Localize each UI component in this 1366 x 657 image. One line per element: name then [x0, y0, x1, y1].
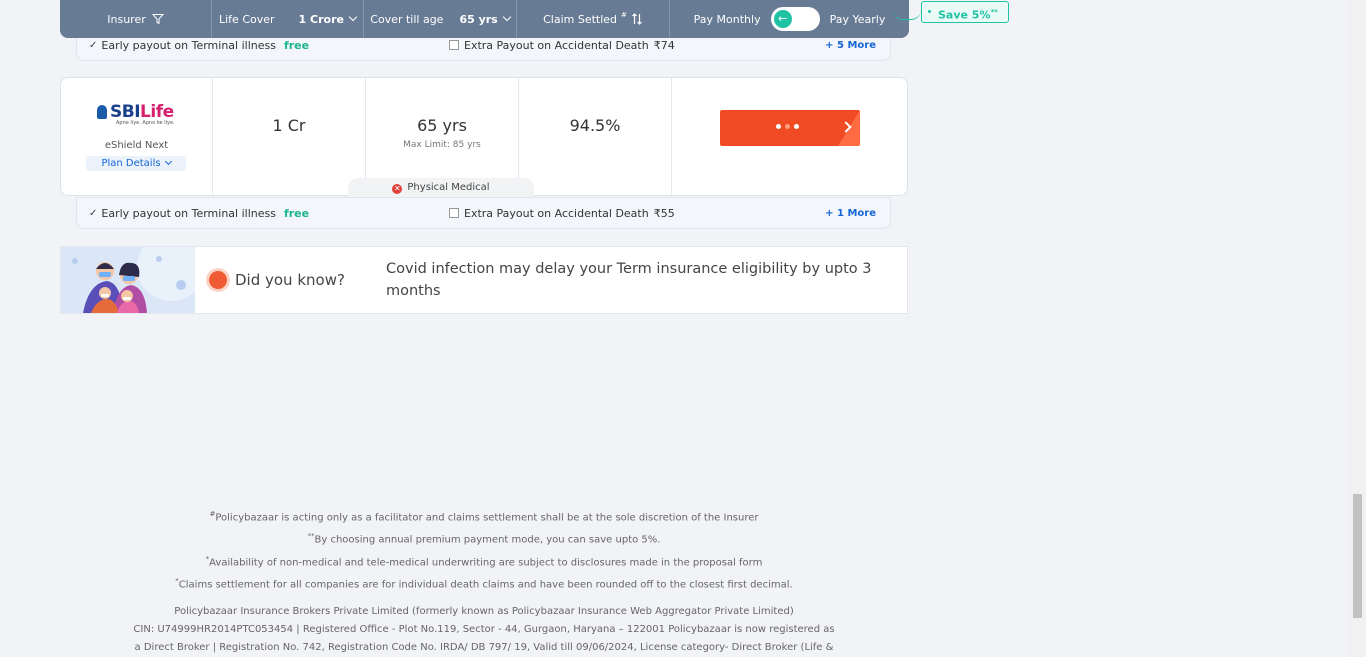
- footer-note-facilitator: #Policybazaar is acting only as a facili…: [209, 510, 759, 524]
- addon-accidental-death[interactable]: Extra Payout on Accidental Death ₹55: [449, 207, 675, 220]
- pay-mode-switch[interactable]: ←: [770, 7, 820, 31]
- chevron-down-icon: [164, 157, 172, 166]
- cover-age-filter[interactable]: Cover till age 65 yrs: [364, 0, 517, 38]
- more-features-link[interactable]: + 5 More: [825, 40, 876, 51]
- did-you-know-banner: Did you know? Covid infection may delay …: [60, 246, 908, 314]
- footer-company-info: Policybazaar Insurance Brokers Private L…: [174, 606, 794, 617]
- insurer-filter-label: Insurer: [107, 12, 146, 26]
- did-you-know-text: Covid infection may delay your Term insu…: [386, 261, 872, 299]
- plan-name: eShield Next: [104, 140, 169, 151]
- chevron-down-icon: [502, 12, 511, 22]
- footer-company-registration: a Direct Broker | Registration No. 742, …: [134, 642, 834, 653]
- life-cover-label: Life Cover: [219, 12, 275, 26]
- addon-checkbox[interactable]: [449, 40, 459, 50]
- insurer-column: SBILife Apne liye. Apno ke liye. eShield…: [61, 78, 213, 195]
- addon-checkbox[interactable]: [449, 208, 459, 218]
- feature-terminal-illness: Early payout on Terminal illness: [101, 206, 276, 220]
- sort-icon: [631, 13, 642, 25]
- free-tag: free: [283, 38, 310, 52]
- claim-settled-ratio: 94.5%: [569, 116, 621, 135]
- filter-bar: Insurer Life Cover 1 Crore Cover till ag…: [60, 0, 909, 38]
- cross-icon: ✕: [392, 184, 403, 194]
- check-icon: ✓: [89, 207, 98, 219]
- pay-monthly-label[interactable]: Pay Monthly: [694, 13, 761, 26]
- cover-age-label: Cover till age: [370, 12, 444, 26]
- claim-settled-label: Claim Settled: [543, 12, 618, 26]
- footer-note-annual-saving: **By choosing annual premium payment mod…: [307, 532, 661, 546]
- arrow-left-icon: ←: [773, 10, 792, 28]
- curved-arrow-icon: [893, 10, 921, 20]
- life-cover-column: 1 Cr: [213, 78, 366, 195]
- premium-column: [672, 78, 907, 195]
- payment-mode-toggle: Pay Monthly ← Pay Yearly: [670, 0, 909, 38]
- feature-terminal-illness: Early payout on Terminal illness: [101, 38, 276, 52]
- sbi-life-logo: SBILife: [97, 102, 174, 122]
- life-cover-value: 1 Crore: [298, 12, 344, 26]
- save-badge: Save 5%**: [921, 1, 1009, 23]
- claim-settled-column: 94.5%: [519, 78, 672, 195]
- chevron-down-icon: [348, 12, 358, 22]
- loading-dots-icon: [776, 124, 799, 129]
- family-illustration: [61, 247, 195, 313]
- free-tag: free: [283, 206, 310, 220]
- insurer-tagline: Apne liye. Apno ke liye.: [116, 120, 175, 126]
- claim-marker: #: [621, 11, 627, 19]
- insurer-filter[interactable]: Insurer: [60, 0, 212, 38]
- scrollbar-thumb[interactable]: [1353, 494, 1362, 618]
- footer-company-cin: CIN: U74999HR2014PTC053454 | Registered …: [133, 624, 835, 635]
- life-cover-amount: 1 Cr: [272, 116, 306, 135]
- cover-till-age: 65 yrs: [417, 116, 467, 135]
- check-icon: ✓: [89, 39, 98, 51]
- family-masks-illustration: [72, 247, 195, 313]
- footer-note-claims: *Claims settlement for all companies are…: [175, 577, 793, 591]
- max-limit: Max Limit: 85 yrs: [403, 140, 481, 150]
- premium-button[interactable]: [720, 110, 860, 146]
- more-features-link[interactable]: + 1 More: [825, 208, 876, 219]
- footer-note-underwriting: *Availability of non-medical and tele-me…: [205, 555, 763, 569]
- filter-icon: [151, 14, 164, 25]
- medical-requirement-badge: ✕ Physical Medical: [348, 178, 534, 197]
- cover-age-value: 65 yrs: [459, 12, 498, 26]
- plan-details-button[interactable]: Plan Details: [86, 156, 186, 171]
- pay-yearly-label[interactable]: Pay Yearly: [830, 13, 886, 26]
- claim-settled-sort[interactable]: Claim Settled #: [517, 0, 670, 38]
- plan-feature-strip: ✓ Early payout on Terminal illness free …: [76, 197, 891, 229]
- addon-accidental-death[interactable]: Extra Payout on Accidental Death ₹74: [449, 39, 675, 52]
- life-cover-filter[interactable]: Life Cover 1 Crore: [212, 0, 364, 38]
- virus-icon: [209, 271, 227, 289]
- sbi-logo-icon: [97, 105, 107, 119]
- page-scrollbar[interactable]: [1349, 0, 1366, 657]
- did-you-know-label: Did you know?: [235, 271, 345, 289]
